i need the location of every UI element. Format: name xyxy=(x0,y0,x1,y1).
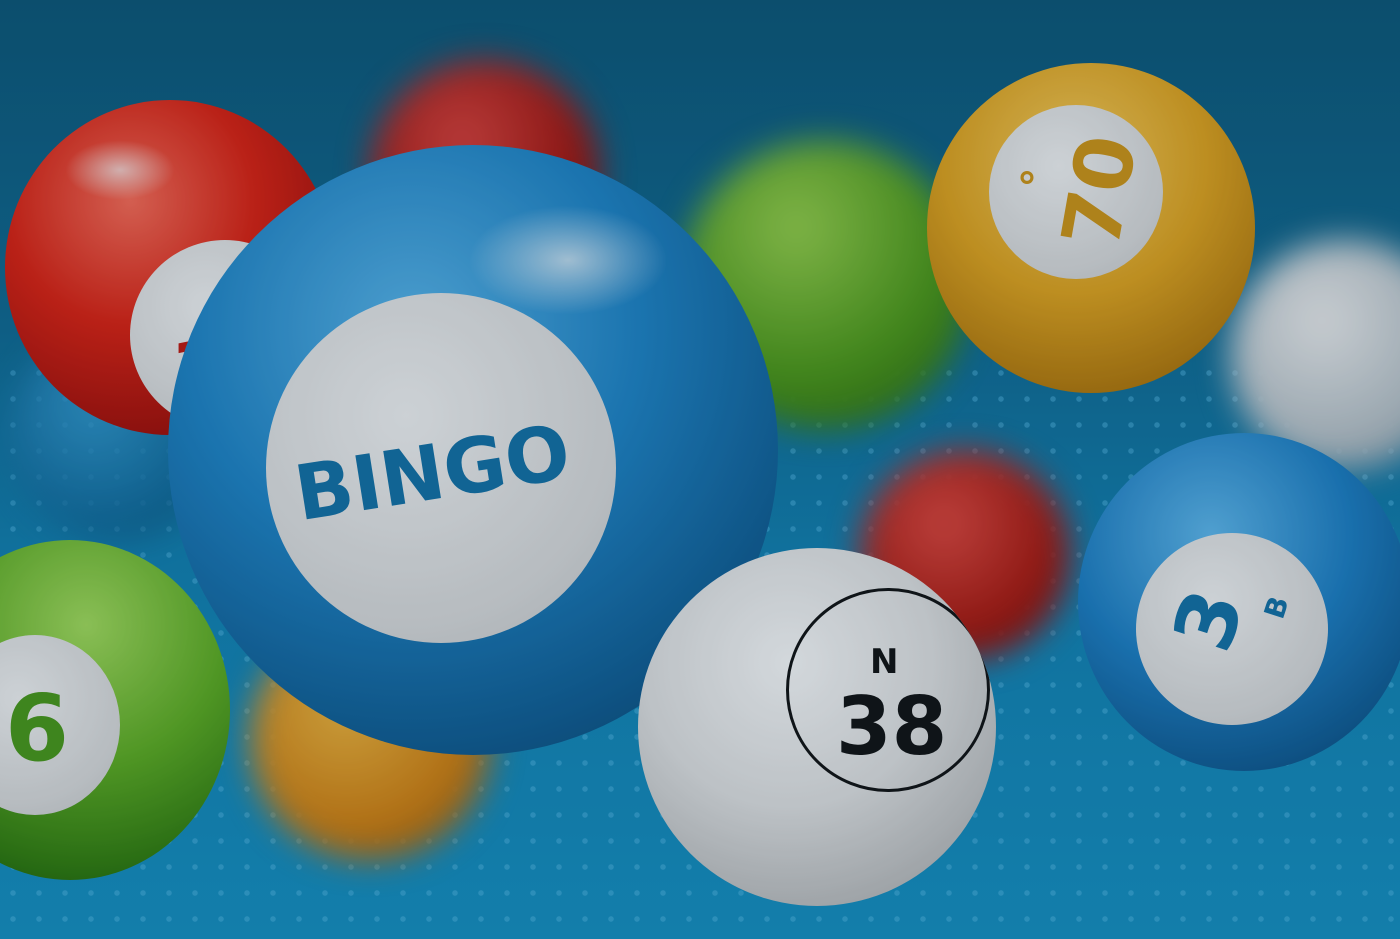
green-ball-number: 6 xyxy=(5,675,70,782)
orange-ball-number: 70 xyxy=(1044,128,1156,255)
blue-ball-number: 3 xyxy=(1155,578,1264,663)
orange-bingo-ball: 70 ° xyxy=(927,63,1255,393)
orange-ball-mark: ° xyxy=(1017,165,1037,211)
white-ball-number: 38 xyxy=(836,680,948,773)
red-ball-shine xyxy=(65,140,175,200)
bingo-ball-shine xyxy=(468,205,668,315)
blue-bingo-ball-small: 3 B xyxy=(1078,433,1400,771)
orange-ball-face: 70 ° xyxy=(989,105,1163,279)
white-bingo-ball: N 38 xyxy=(638,548,996,906)
bingo-balls-scene: I 17 6 BINGO N 38 70 ° 3 B xyxy=(0,0,1400,939)
green-ball-face: 6 xyxy=(0,635,120,815)
bingo-ball-face: BINGO xyxy=(266,293,616,643)
white-ball-letter: N xyxy=(870,642,899,682)
blue-ball-face: 3 B xyxy=(1136,533,1328,725)
blue-ball-letter: B xyxy=(1257,592,1296,623)
bingo-ball-label: BINGO xyxy=(288,406,577,539)
